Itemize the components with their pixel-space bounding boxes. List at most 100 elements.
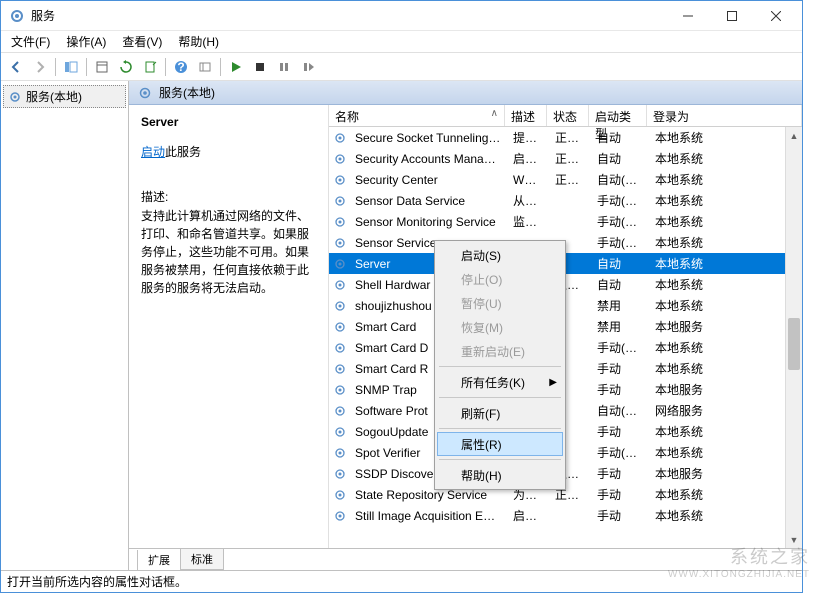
gear-icon — [331, 152, 349, 166]
toolbar-icon[interactable] — [194, 56, 216, 78]
properties-button[interactable] — [91, 56, 113, 78]
start-link[interactable]: 启动 — [141, 145, 165, 159]
pause-service-button[interactable] — [273, 56, 295, 78]
cell-desc: WSC... — [507, 173, 549, 187]
col-name[interactable]: 名称 — [329, 105, 505, 126]
titlebar: 服务 — [1, 1, 802, 31]
menubar: 文件(F) 操作(A) 查看(V) 帮助(H) — [1, 31, 802, 53]
ctx-properties[interactable]: 属性(R) — [437, 432, 563, 456]
status-bar: 打开当前所选内容的属性对话框。 — [1, 570, 802, 592]
cell-name: Still Image Acquisition Events — [349, 509, 507, 523]
menu-help[interactable]: 帮助(H) — [170, 31, 227, 52]
toolbar-sep — [86, 58, 87, 76]
back-button[interactable] — [5, 56, 27, 78]
gear-icon — [137, 85, 153, 101]
cell-status: 正在... — [549, 171, 591, 188]
refresh-button[interactable] — [115, 56, 137, 78]
cell-logon: 本地系统 — [649, 234, 785, 251]
service-row[interactable]: Sensor Monitoring Service监视...手动(触发...本地… — [329, 211, 785, 232]
export-button[interactable] — [139, 56, 161, 78]
action-suffix: 此服务 — [165, 145, 201, 159]
cell-logon: 本地系统 — [649, 339, 785, 356]
gear-icon — [331, 467, 349, 481]
cell-stype: 自动 — [591, 150, 649, 167]
cell-desc: 从各... — [507, 192, 549, 209]
stop-service-button[interactable] — [249, 56, 271, 78]
scroll-track[interactable] — [786, 144, 802, 531]
gear-icon — [331, 446, 349, 460]
cell-logon: 本地系统 — [649, 444, 785, 461]
minimize-button[interactable] — [666, 2, 710, 30]
cell-stype: 自动 — [591, 255, 649, 272]
cell-stype: 自动 — [591, 276, 649, 293]
right-content: Server 启动此服务 描述: 支持此计算机通过网络的文件、打印、和命名管道共… — [129, 105, 802, 548]
app-icon — [9, 8, 25, 24]
ctx-alltasks[interactable]: 所有任务(K)▶ — [437, 370, 563, 394]
gear-icon — [331, 131, 349, 145]
chevron-right-icon: ▶ — [549, 377, 557, 388]
gear-icon — [331, 299, 349, 313]
cell-logon: 本地系统 — [649, 150, 785, 167]
menu-view[interactable]: 查看(V) — [114, 31, 170, 52]
scroll-thumb[interactable] — [788, 318, 800, 370]
cell-stype: 手动(触发... — [591, 234, 649, 251]
tree-root[interactable]: 服务(本地) — [3, 85, 126, 108]
scroll-up-button[interactable]: ▲ — [786, 127, 802, 144]
scroll-down-button[interactable]: ▼ — [786, 531, 802, 548]
gear-icon — [331, 194, 349, 208]
ctx-sep — [439, 366, 561, 367]
cell-status: 正在... — [549, 150, 591, 167]
ctx-refresh[interactable]: 刷新(F) — [437, 401, 563, 425]
tab-extended[interactable]: 扩展 — [137, 550, 181, 570]
gear-icon — [331, 383, 349, 397]
cell-logon: 本地服务 — [649, 465, 785, 482]
tab-standard[interactable]: 标准 — [180, 549, 224, 570]
service-row[interactable]: Security CenterWSC...正在...自动(延迟...本地系统 — [329, 169, 785, 190]
cell-logon: 本地服务 — [649, 318, 785, 335]
col-status[interactable]: 状态 — [547, 105, 589, 126]
maximize-button[interactable] — [710, 2, 754, 30]
close-button[interactable] — [754, 2, 798, 30]
menu-action[interactable]: 操作(A) — [58, 31, 114, 52]
restart-service-button[interactable] — [297, 56, 319, 78]
gear-icon — [331, 404, 349, 418]
cell-status: 正在... — [549, 129, 591, 146]
col-logon[interactable]: 登录为 — [647, 105, 802, 126]
col-stype[interactable]: 启动类型 — [589, 105, 647, 126]
ctx-help[interactable]: 帮助(H) — [437, 463, 563, 487]
gear-icon — [331, 488, 349, 502]
cell-logon: 本地系统 — [649, 507, 785, 524]
gear-icon — [331, 341, 349, 355]
gear-icon — [331, 320, 349, 334]
menu-file[interactable]: 文件(F) — [3, 31, 58, 52]
ctx-sep — [439, 397, 561, 398]
service-row[interactable]: Security Accounts Manager启动...正在...自动本地系… — [329, 148, 785, 169]
service-row[interactable]: Secure Socket Tunneling Protocol...提供...… — [329, 127, 785, 148]
ctx-start[interactable]: 启动(S) — [437, 243, 563, 267]
show-hide-tree-button[interactable] — [60, 56, 82, 78]
help-button[interactable]: ? — [170, 56, 192, 78]
right-pane: 服务(本地) Server 启动此服务 描述: 支持此计算机通过网络的文件、打印… — [129, 81, 802, 570]
service-row[interactable]: Still Image Acquisition Events启动...手动本地系… — [329, 505, 785, 526]
svg-text:?: ? — [177, 60, 184, 74]
detail-pane: Server 启动此服务 描述: 支持此计算机通过网络的文件、打印、和命名管道共… — [129, 105, 329, 548]
start-service-button[interactable] — [225, 56, 247, 78]
status-text: 打开当前所选内容的属性对话框。 — [7, 573, 187, 590]
cell-stype: 自动 — [591, 129, 649, 146]
list-pane: 名称 描述 状态 启动类型 登录为 Secure Socket Tunnelin… — [329, 105, 802, 548]
cell-logon: 本地系统 — [649, 171, 785, 188]
vertical-scrollbar[interactable]: ▲ ▼ — [785, 127, 802, 548]
gear-icon — [331, 173, 349, 187]
gear-icon — [331, 425, 349, 439]
gear-icon — [331, 257, 349, 271]
service-row[interactable]: Sensor Data Service从各...手动(触发...本地系统 — [329, 190, 785, 211]
gear-icon — [331, 278, 349, 292]
forward-button[interactable] — [29, 56, 51, 78]
desc-text: 支持此计算机通过网络的文件、打印、和命名管道共享。如果服务停止，这些功能不可用。… — [141, 207, 316, 297]
cell-name: Security Accounts Manager — [349, 152, 507, 166]
cell-stype: 手动 — [591, 507, 649, 524]
col-desc[interactable]: 描述 — [505, 105, 547, 126]
toolbar: ? — [1, 53, 802, 81]
gear-icon — [8, 90, 22, 104]
cell-logon: 本地系统 — [649, 213, 785, 230]
